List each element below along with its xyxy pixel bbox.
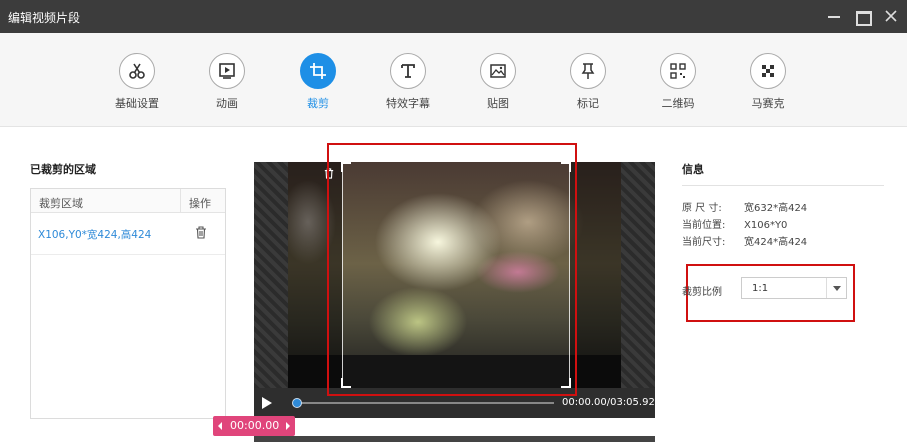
tool-label: 标记 (577, 97, 599, 110)
qrcode-icon (670, 63, 686, 79)
play-button[interactable] (262, 397, 272, 409)
crop-icon (310, 63, 326, 79)
cropped-regions-table: 裁剪区域 操作 X106,Y0*宽424,高424 (30, 188, 226, 419)
play-frame-icon (219, 63, 235, 79)
info-current-size: 当前尺寸: 宽424*高424 (682, 233, 807, 248)
info-value: X106*Y0 (744, 220, 788, 231)
pin-icon (581, 63, 595, 79)
info-key: 当前位置: (682, 220, 726, 231)
highlight-crop-area (327, 143, 577, 396)
cropped-regions-title: 已裁剪的区域 (30, 163, 96, 176)
column-header-region: 裁剪区域 (39, 197, 83, 210)
toolbar: 基础设置 动画 裁剪 特效字幕 贴图 标记 二维码 马赛克 (0, 33, 907, 127)
tool-label: 马赛克 (751, 97, 785, 110)
marker-right-arrow[interactable] (286, 422, 290, 430)
tool-marker[interactable]: 标记 (548, 53, 628, 111)
tool-crop[interactable]: 裁剪 (278, 53, 358, 111)
info-current-position: 当前位置: X106*Y0 (682, 216, 787, 231)
crop-ratio-value: 1:1 (752, 283, 769, 294)
image-icon (490, 64, 506, 78)
crop-ratio-label: 裁剪比例 (682, 287, 722, 298)
minimize-button[interactable] (825, 7, 843, 25)
tool-label: 动画 (216, 97, 238, 110)
crop-region-value[interactable]: X106,Y0*宽424,高424 (38, 227, 151, 242)
tool-label: 基础设置 (115, 97, 159, 110)
mosaic-icon (762, 65, 774, 77)
tool-label: 特效字幕 (386, 97, 430, 110)
tool-label: 贴图 (487, 97, 509, 110)
marker-left-arrow[interactable] (218, 422, 222, 430)
scissors-icon (129, 63, 145, 79)
tool-effect-subtitles[interactable]: 特效字幕 (368, 53, 448, 111)
progress-track[interactable] (296, 402, 554, 404)
trash-icon (196, 226, 206, 239)
tool-qrcode[interactable]: 二维码 (638, 53, 718, 111)
close-icon (885, 10, 897, 22)
timeline-marker[interactable]: 00:00.00 (213, 416, 295, 436)
delete-region-button[interactable] (195, 226, 207, 242)
table-header: 裁剪区域 操作 (31, 189, 225, 213)
tool-sticker[interactable]: 贴图 (458, 53, 538, 111)
marker-time: 00:00.00 (230, 419, 280, 432)
info-title: 信息 (682, 163, 704, 176)
maximize-button[interactable] (853, 7, 872, 26)
title-bar: 编辑视频片段 (0, 0, 907, 33)
info-value: 宽632*高424 (744, 203, 808, 214)
info-key: 当前尺寸: (682, 237, 726, 248)
tool-mosaic[interactable]: 马赛克 (728, 53, 808, 111)
timeline-strip[interactable] (254, 436, 655, 442)
crop-ratio-select[interactable]: 1:1 (741, 277, 847, 299)
playback-time: 00:00.00/03:05.92 (562, 397, 655, 408)
window-title: 编辑视频片段 (8, 11, 81, 25)
close-button[interactable] (882, 7, 900, 25)
table-row[interactable]: X106,Y0*宽424,高424 (31, 213, 225, 255)
info-original-size: 原 尺 寸: 宽632*高424 (682, 199, 807, 214)
text-t-icon (401, 64, 415, 78)
tool-basic-settings[interactable]: 基础设置 (97, 53, 177, 111)
tool-label: 裁剪 (307, 97, 329, 110)
info-key: 原 尺 寸: (682, 203, 722, 214)
tool-label: 二维码 (661, 97, 695, 110)
column-header-action: 操作 (189, 197, 211, 210)
info-value: 宽424*高424 (744, 237, 808, 248)
chevron-down-icon[interactable] (826, 278, 846, 298)
progress-knob[interactable] (292, 398, 302, 408)
tool-animation[interactable]: 动画 (187, 53, 267, 111)
